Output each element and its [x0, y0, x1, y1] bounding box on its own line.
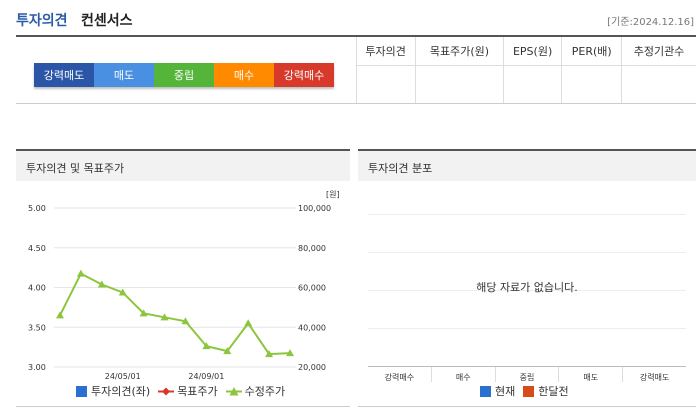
legend-label: 목표주가	[177, 385, 218, 398]
x-tick-label: 24/09/01	[188, 372, 224, 381]
opinion-target-price-panel: 투자의견 및 목표주가 5.00 100,000 4.50 80,000 4.00 60,…	[16, 149, 350, 407]
opinion-distribution-panel: 투자의견 분포 해당 자료가 없습니다. 강력매수 매수 중립 매도 강력매도 …	[358, 149, 696, 407]
y-right-tick-label: 20,000	[298, 363, 326, 372]
opinion-scale-bar: 강력매도 매도 중립 매수 강력매수	[34, 63, 334, 87]
panel-title: 투자의견 및 목표주가	[26, 162, 125, 175]
section-title: 투자의견	[16, 13, 68, 29]
opinion-price-chart: 5.00 100,000 4.50 80,000 4.00 60,000 3.50 40,00…	[28, 190, 340, 381]
stats-divider	[16, 103, 696, 104]
y-right-tick-label: 80,000	[298, 244, 326, 253]
legend-square-icon	[523, 385, 535, 397]
panel-bottom-border	[358, 406, 696, 407]
legend-label: 투자의견(좌)	[91, 385, 151, 398]
y-right-tick-label: 40,000	[298, 323, 326, 332]
legend-triangle-line-icon	[225, 386, 242, 395]
legend-item-adjusted-price[interactable]: 수정주가	[225, 383, 286, 399]
consensus-table: 투자의견 목표주가(원) EPS(원) PER(배) 추정기관수	[356, 37, 696, 103]
legend-square-icon	[480, 385, 491, 397]
panel-header: 투자의견 분포	[358, 149, 696, 181]
col-per: PER(배)	[561, 37, 623, 66]
gridline	[368, 252, 686, 253]
legend-label: 한달전	[538, 385, 569, 398]
col-opinion: 투자의견	[356, 37, 417, 66]
panel-bottom-border	[16, 406, 350, 407]
col-eps: EPS(원)	[503, 37, 563, 66]
cell-target-price	[415, 65, 504, 103]
legend-item-current[interactable]: 현재	[480, 383, 515, 399]
distribution-categories: 강력매수 매수 중립 매도 강력매도	[368, 366, 686, 382]
distribution-legend: 현재 한달전	[480, 383, 577, 399]
category-neutral: 중립	[496, 367, 560, 382]
y-left-tick-label: 3.50	[28, 323, 46, 332]
opinion-buy: 매수	[214, 63, 274, 87]
opinion-sell: 매도	[94, 63, 154, 87]
col-target-price: 목표주가(원)	[415, 37, 504, 66]
gridline	[368, 328, 686, 329]
y-right-tick-label: 100,000	[298, 204, 331, 213]
cell-institutions	[622, 65, 696, 103]
y-right-unit-label: [원]	[326, 190, 340, 199]
series-line-adjusted-price	[59, 272, 291, 356]
category-strong-buy: 강력매수	[368, 367, 432, 382]
data-point-triangle	[76, 269, 85, 277]
category-buy: 매수	[432, 367, 496, 382]
gridline	[368, 214, 686, 215]
col-institutions: 추정기관수	[621, 37, 696, 66]
data-point-triangle	[244, 319, 253, 327]
section-header: 투자의견 컨센서스 [기준:2024.12.16]	[16, 8, 696, 34]
chart-legend: 투자의견(좌) 목표주가 수정주가	[76, 383, 293, 399]
y-left-tick-label: 4.50	[28, 244, 46, 253]
legend-item-opinion[interactable]: 투자의견(좌)	[76, 383, 150, 399]
cell-eps	[503, 65, 563, 103]
legend-diamond-line-icon	[158, 387, 175, 395]
no-data-message: 해당 자료가 없습니다.	[476, 281, 578, 294]
reference-date: [기준:2024.12.16]	[607, 17, 694, 28]
data-point-triangle	[56, 311, 64, 319]
y-left-tick-label: 4.00	[28, 284, 46, 293]
panel-header: 투자의견 및 목표주가	[16, 149, 350, 181]
panel-title: 투자의견 분포	[368, 162, 433, 175]
category-sell: 매도	[559, 367, 624, 382]
opinion-neutral: 중립	[154, 63, 214, 87]
cell-per	[561, 65, 623, 103]
opinion-strong-buy: 강력매수	[274, 63, 334, 87]
category-strong-sell: 강력매도	[639, 373, 670, 382]
y-right-tick-label: 60,000	[298, 284, 326, 293]
legend-label: 현재	[495, 385, 516, 398]
legend-label: 수정주가	[244, 385, 286, 398]
y-left-tick-label: 3.00	[28, 363, 46, 372]
x-tick-label: 24/05/01	[105, 372, 141, 381]
legend-item-month-ago[interactable]: 한달전	[523, 383, 569, 399]
y-left-tick-label: 5.00	[28, 204, 46, 213]
opinion-strong-sell: 강력매도	[34, 63, 94, 87]
legend-item-target-price[interactable]: 목표주가	[158, 383, 218, 399]
cell-opinion	[356, 65, 417, 103]
legend-square-icon	[76, 385, 87, 397]
table-header-row: 투자의견 목표주가(원) EPS(원) PER(배) 추정기관수	[356, 37, 696, 66]
table-row	[356, 65, 696, 103]
section-subtitle: 컨센서스	[81, 13, 133, 29]
